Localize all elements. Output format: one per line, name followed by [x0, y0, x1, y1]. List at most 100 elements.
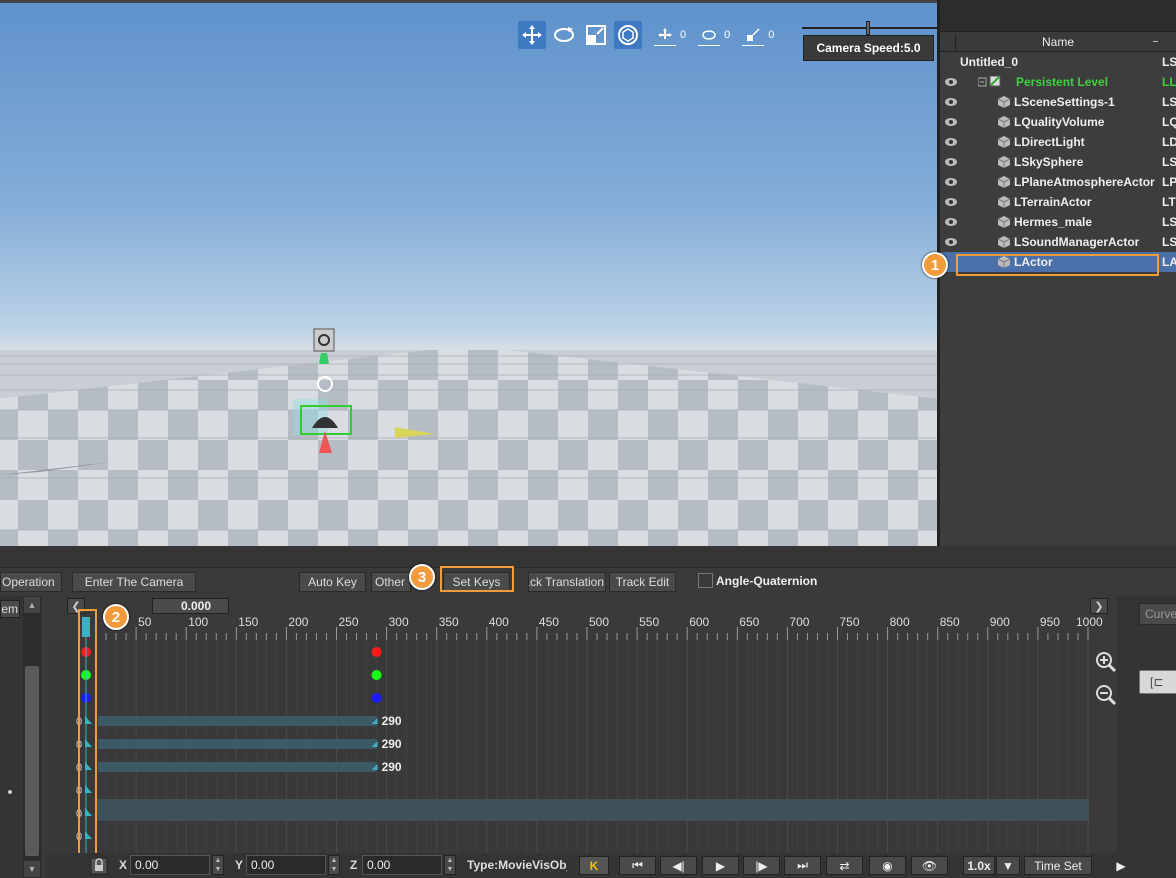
x-spinner[interactable]: ▲ ▼ — [212, 855, 224, 875]
outliner-item-label: LTerrainActor — [1014, 195, 1092, 209]
visibility-eye-icon[interactable] — [944, 197, 958, 207]
outliner-row[interactable]: Hermes_male LS — [940, 212, 1176, 232]
rotate-tool-button[interactable] — [550, 21, 578, 49]
outliner-toolbar — [940, 0, 1176, 32]
z-input[interactable]: 0.00 — [362, 855, 442, 875]
track-translation-button[interactable]: Track Translation — [528, 572, 606, 592]
speed-select[interactable]: 1.0x — [963, 856, 995, 875]
visibility-eye-icon[interactable] — [944, 217, 958, 227]
z-spinner[interactable]: ▲ ▼ — [444, 855, 456, 875]
track-duration-bar[interactable] — [98, 762, 377, 772]
zoom-in-icon[interactable] — [1094, 650, 1118, 674]
visibility-eye-icon[interactable] — [944, 97, 958, 107]
auto-key-button[interactable]: Auto Key — [299, 572, 366, 592]
visibility-eye-icon[interactable] — [944, 157, 958, 167]
visibility-eye-icon[interactable] — [944, 137, 958, 147]
zoom-out-icon[interactable] — [1094, 683, 1118, 707]
camera-speed-slider-handle[interactable] — [866, 21, 870, 35]
operation-button[interactable]: Operation — [0, 572, 62, 592]
rotate-snap-value: 0 — [724, 29, 731, 41]
next-frame-button[interactable]: |▶ — [743, 856, 780, 875]
angle-quaternion-label: Angle-Quaternion — [716, 574, 818, 588]
visibility-eye-icon[interactable] — [944, 77, 958, 87]
current-frame-field[interactable]: 0.000 — [152, 598, 229, 614]
step-badge-1: 1 — [922, 252, 948, 278]
speed-dropdown-icon[interactable]: ▼ — [996, 856, 1020, 875]
preview-button[interactable]: 👁 — [911, 856, 948, 875]
x-input[interactable]: 0.00 — [130, 855, 210, 875]
outliner-row[interactable]: LPlaneAtmosphereActor LP — [940, 172, 1176, 192]
outliner-row[interactable]: Untitled_0 LS — [940, 52, 1176, 72]
scroll-up-icon[interactable]: ▲ — [24, 597, 40, 613]
prev-frame-button[interactable]: ◀| — [660, 856, 697, 875]
scale-tool-button[interactable] — [582, 21, 610, 49]
other-button[interactable]: Other — [371, 572, 411, 592]
track-bullet — [8, 790, 12, 794]
visibility-eye-icon[interactable] — [944, 117, 958, 127]
outliner-item-label: LSceneSettings-1 — [1014, 95, 1115, 109]
scroll-down-icon[interactable]: ▼ — [24, 861, 40, 877]
track-duration-bar[interactable] — [98, 739, 377, 749]
visibility-eye-icon[interactable] — [944, 177, 958, 187]
world-local-button[interactable] — [614, 21, 642, 49]
time-set-button[interactable]: Time Set — [1024, 856, 1092, 875]
track-edit-button[interactable]: Track Edit — [609, 572, 676, 592]
type-label: Type:MovieVisObject — [467, 858, 567, 872]
header-menu[interactable] — [1153, 41, 1158, 42]
enter-camera-button[interactable]: Enter The Camera — [72, 572, 196, 592]
curve-editor-icon[interactable]: [⊏ — [1139, 670, 1176, 694]
scale-snap[interactable]: 0 — [742, 24, 774, 46]
ruler-tick-label: 550 — [639, 615, 659, 629]
outliner-row[interactable]: LSkySphere LS — [940, 152, 1176, 172]
viewport[interactable]: 0 0 0 Camera Speed:5.0 — [0, 0, 937, 546]
cube-icon — [997, 96, 1011, 108]
timeline-next-button[interactable]: ❯ — [1090, 598, 1108, 614]
time-ruler[interactable]: 50 100 150 200 250 300 350 400 450 500 550 600 650 70… — [46, 615, 1115, 640]
key-mode-button[interactable]: K — [579, 856, 609, 875]
cube-icon — [997, 136, 1011, 148]
track-scrollbar[interactable]: ▲ ▼ — [23, 596, 41, 878]
time-set-label: Time Set — [1034, 858, 1082, 873]
lock-icon[interactable] — [90, 857, 108, 875]
move-tool-button[interactable] — [518, 21, 546, 49]
play-button[interactable]: ▶ — [702, 856, 739, 875]
outliner-row[interactable]: LSceneSettings-1 LS — [940, 92, 1176, 112]
column-name[interactable]: Name — [1042, 35, 1074, 49]
outliner-row[interactable]: LSoundManagerActor LS — [940, 232, 1176, 252]
actor-gizmo[interactable] — [285, 321, 455, 461]
keyframe-track-area[interactable]: 290290290000000 — [46, 640, 1089, 854]
keyframe-dot[interactable] — [371, 693, 382, 703]
visibility-eye-icon[interactable] — [944, 237, 958, 247]
ruler-tick-label: 850 — [940, 615, 960, 629]
keyframe-dot[interactable] — [371, 670, 382, 680]
outliner-item-label: Hermes_male — [1014, 215, 1093, 229]
outliner-item-label: Persistent Level — [1016, 75, 1109, 89]
outliner-row[interactable]: Persistent Level LL — [940, 72, 1176, 92]
cube-icon — [997, 196, 1011, 208]
curve-tab[interactable]: Curve — [1139, 603, 1176, 625]
translate-snap[interactable]: 0 — [654, 24, 686, 46]
timeline-header: ❮ 0.000 ❯ — [64, 597, 1111, 615]
loop-button[interactable]: ⇄ — [826, 856, 863, 875]
goto-end-button[interactable]: ⏭ — [784, 856, 821, 875]
selected-track-band[interactable] — [96, 799, 1089, 821]
ruler-tick-label: 400 — [489, 615, 509, 629]
expand-right-icon[interactable]: ▶ — [1116, 856, 1126, 875]
record-button[interactable]: ◉ — [869, 856, 906, 875]
outliner-row[interactable]: LDirectLight LD — [940, 132, 1176, 152]
track-duration-bar[interactable] — [98, 716, 377, 726]
outliner-row[interactable]: LQualityVolume LQ — [940, 112, 1176, 132]
outliner-item-type: LS — [1162, 55, 1176, 69]
y-spinner[interactable]: ▲ ▼ — [328, 855, 340, 875]
outliner-item-label: LPlaneAtmosphereActor — [1014, 175, 1155, 189]
scrollbar-thumb[interactable] — [25, 666, 39, 856]
editor-window: 0 0 0 Camera Speed:5.0 Name Untitled_0 LS… — [0, 0, 1176, 878]
goto-start-button[interactable]: ⏮ — [619, 856, 656, 875]
y-input[interactable]: 0.00 — [246, 855, 326, 875]
outliner-row[interactable]: LTerrainActor LT — [940, 192, 1176, 212]
angle-quaternion-checkbox[interactable] — [698, 573, 713, 588]
keyframe-dot[interactable] — [371, 647, 382, 657]
rotate-snap[interactable]: 0 — [698, 24, 730, 46]
item-button[interactable]: Item — [0, 600, 20, 618]
curve-panel: Curve [⊏ — [1117, 596, 1176, 878]
